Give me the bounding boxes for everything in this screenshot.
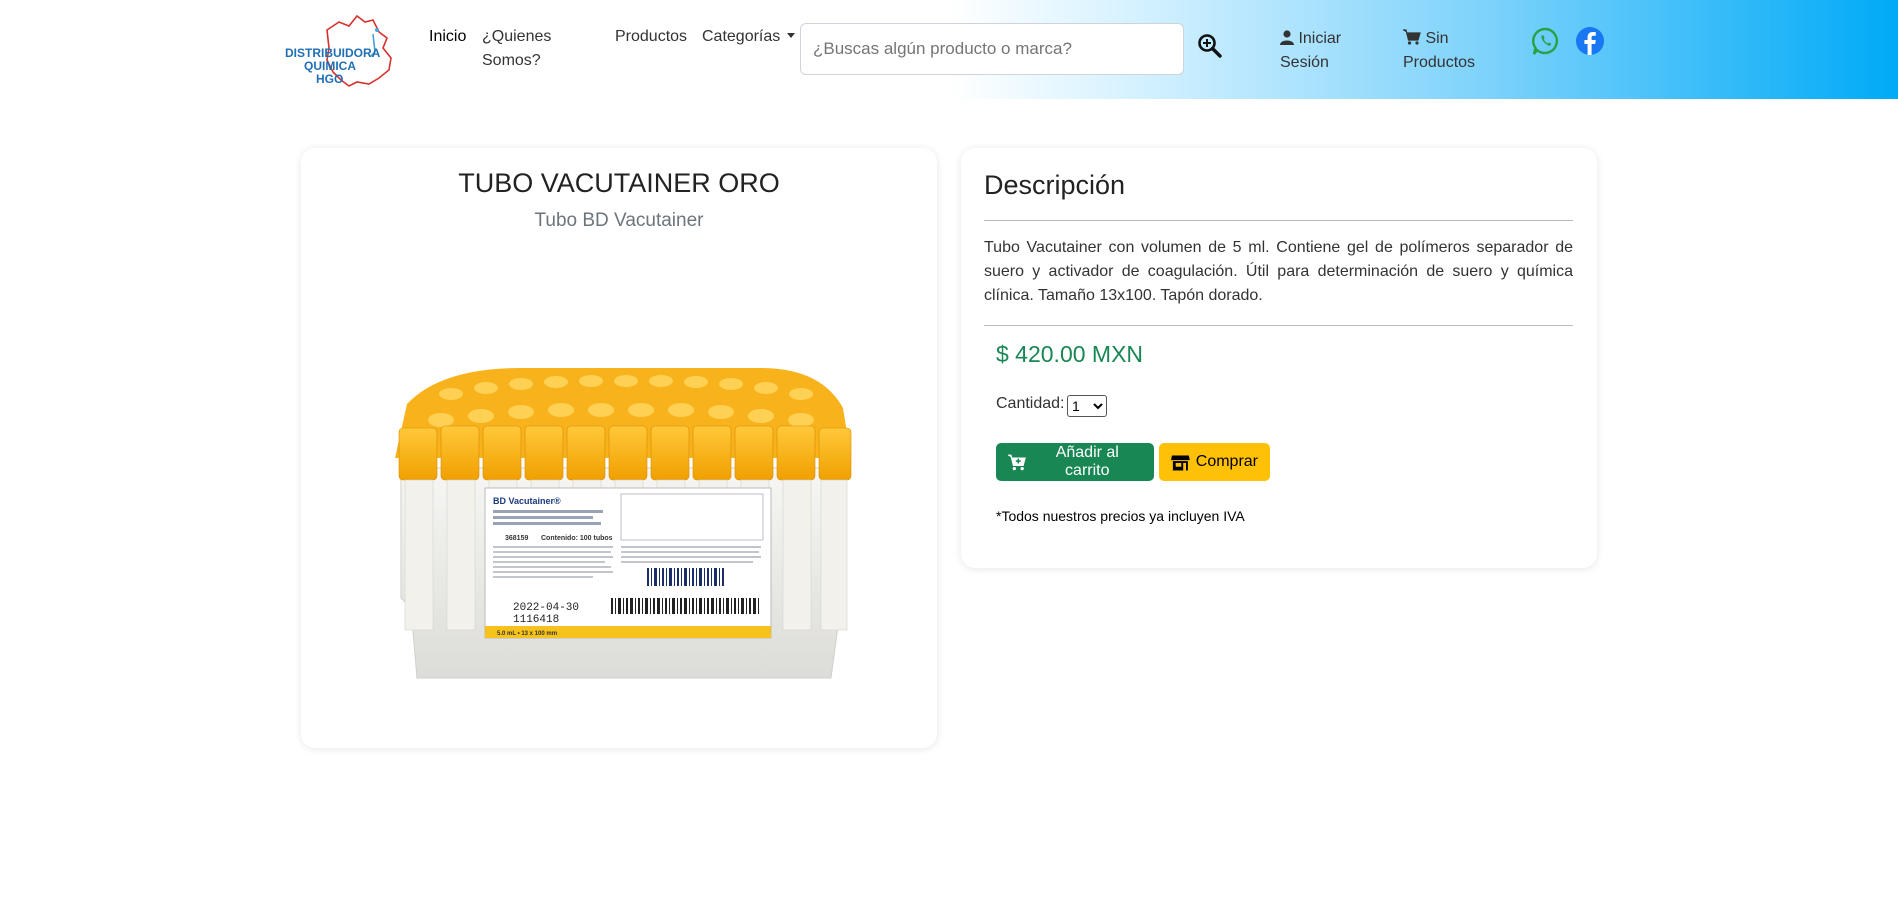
- product-card: TUBO VACUTAINER ORO Tubo BD Vacutainer B…: [301, 148, 937, 748]
- image-date-text: 2022-04-30: [513, 602, 579, 614]
- product-price: $ 420.00 MXN: [996, 341, 1144, 367]
- description-text: Tubo Vacutainer con volumen de 5 ml. Con…: [984, 239, 1573, 304]
- cart-icon: [1403, 29, 1421, 45]
- cart-plus-icon: [1008, 454, 1026, 470]
- nav-inicio[interactable]: Inicio: [429, 25, 466, 49]
- login-line-2: Sesión: [1280, 54, 1329, 71]
- nav-quienes-line-1: ¿Quienes: [482, 28, 552, 45]
- cart-line-1: Sin: [1425, 30, 1449, 47]
- site-logo[interactable]: DISTRIBUIDORA QUIMICA HGO: [283, 12, 408, 88]
- search-input[interactable]: [800, 23, 1184, 75]
- cart-line-2: Productos: [1403, 54, 1476, 71]
- nav-categorias-label: Categorías: [702, 28, 781, 45]
- divider-top: [984, 220, 1573, 221]
- description-heading: Descripción: [984, 170, 1126, 200]
- quantity-label: Cantidad:: [996, 395, 1065, 412]
- nav-categorias-dropdown[interactable]: Categorías: [702, 25, 795, 49]
- search-icon: [1198, 34, 1222, 58]
- image-ref-text: 368159: [505, 535, 528, 542]
- nav-productos[interactable]: Productos: [615, 25, 687, 49]
- search-button[interactable]: [1196, 32, 1226, 62]
- nav-quienes-line-2: Somos?: [482, 52, 541, 69]
- description-card: Descripción Tubo Vacutainer con volumen …: [961, 148, 1597, 568]
- whatsapp-icon: [1532, 27, 1559, 55]
- product-subtitle: Tubo BD Vacutainer: [534, 210, 704, 231]
- tax-note: *Todos nuestros precios ya incluyen IVA: [996, 508, 1245, 524]
- product-title: TUBO VACUTAINER ORO: [458, 168, 780, 198]
- logo-line-2: QUIMICA: [304, 59, 356, 73]
- caret-down-icon: [786, 33, 795, 38]
- cart-link[interactable]: Sin Productos: [1403, 27, 1475, 75]
- store-icon: [1171, 454, 1190, 470]
- facebook-link[interactable]: [1575, 26, 1605, 56]
- login-link[interactable]: Iniciar Sesión: [1280, 27, 1341, 75]
- buy-label: Comprar: [1195, 453, 1258, 470]
- image-size-text: 5.0 mL • 13 x 100 mm: [497, 631, 557, 637]
- add-to-cart-label: Añadir al carrito: [1055, 444, 1119, 479]
- site-header: DISTRIBUIDORA QUIMICA HGO Inicio ¿Quiene…: [0, 0, 1898, 99]
- add-to-cart-button[interactable]: Añadir al carrito: [996, 443, 1154, 481]
- nav-quienes-somos[interactable]: ¿Quienes Somos?: [482, 25, 551, 73]
- user-icon: [1280, 30, 1294, 45]
- image-lot-text: 1116418: [513, 614, 559, 626]
- login-line-1: Iniciar: [1298, 30, 1342, 47]
- buy-button[interactable]: Comprar: [1159, 443, 1270, 481]
- whatsapp-link[interactable]: [1531, 26, 1561, 56]
- image-brand-text: BD Vacutainer®: [493, 496, 561, 506]
- facebook-icon: [1576, 27, 1604, 55]
- image-content-text: Contenido: 100 tubos: [541, 535, 613, 542]
- logo-line-3: HGO: [316, 72, 343, 86]
- logo-line-1: DISTRIBUIDORA: [285, 46, 381, 60]
- quantity-select[interactable]: 1: [1067, 395, 1107, 417]
- divider-bottom: [984, 325, 1573, 326]
- product-image: BD Vacutainer® 368159 Contenido: 100 tub…: [381, 328, 857, 688]
